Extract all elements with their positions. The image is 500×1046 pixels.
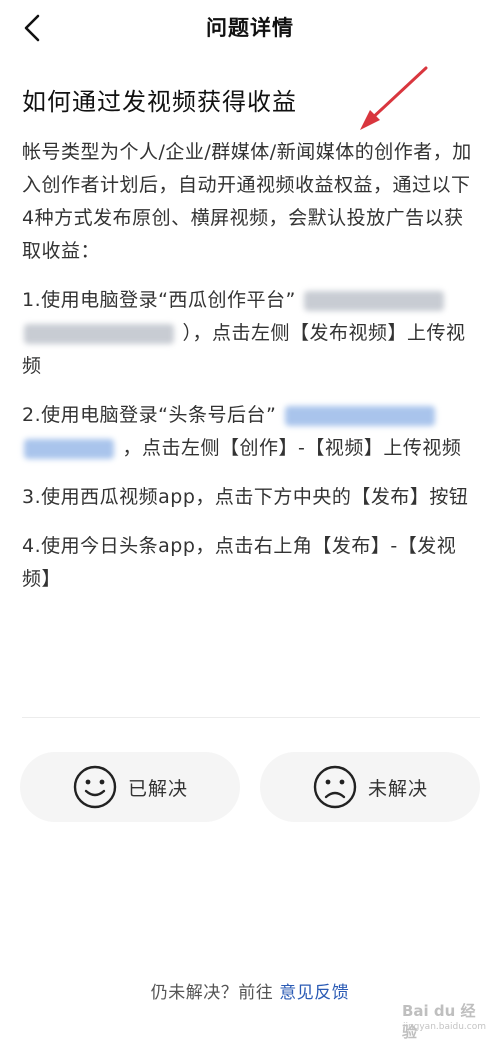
feedback-link[interactable]: 意见反馈 (279, 983, 349, 1003)
top-bar: 问题详情 (0, 0, 500, 58)
blurred-link[interactable] (24, 438, 114, 459)
step-4: 4.使用今日头条app，点击右上角【发布】-【发视频】 (22, 535, 457, 590)
footer-text: 仍未解决？前往 (150, 983, 280, 1003)
blurred-url (24, 323, 174, 344)
divider (22, 717, 480, 718)
step-2-suffix: ，点击左侧【创作】-【视频】上传视频 (122, 437, 462, 459)
blurred-link[interactable] (284, 405, 435, 426)
smile-face-icon (73, 765, 117, 809)
step-2-prefix: 2.使用电脑登录“头条号后台” (22, 404, 277, 426)
baidu-jingyan-watermark: Bai du 经验 jingyan.baidu.com (402, 996, 494, 1041)
watermark-url: jingyan.baidu.com (402, 1022, 486, 1032)
unsolved-label: 未解决 (367, 777, 428, 800)
watermark-brand: Bai du 经验 (402, 1002, 476, 1041)
solved-button[interactable]: 已解决 (20, 752, 240, 822)
page-title: 问题详情 (206, 16, 294, 40)
unsolved-button[interactable]: 未解决 (260, 752, 480, 822)
article-intro: 帐号类型为个人/企业/群媒体/新闻媒体的创作者，加入创作者计划后，自动开通视频收… (22, 141, 472, 262)
blurred-url (304, 290, 445, 311)
article-content: 如何通过发视频获得收益 帐号类型为个人/企业/群媒体/新闻媒体的创作者，加入创作… (22, 82, 480, 612)
solved-label: 已解决 (127, 777, 188, 800)
sad-face-icon (313, 765, 357, 809)
article-title: 如何通过发视频获得收益 (22, 88, 297, 116)
step-1-prefix: 1.使用电脑登录“西瓜创作平台” (22, 289, 296, 311)
step-1: 1.使用电脑登录“西瓜创作平台” ），点击左侧【发布视频】上传视频 (22, 284, 480, 383)
step-2: 2.使用电脑登录“头条号后台” ，点击左侧【创作】-【视频】上传视频 (22, 399, 480, 465)
step-3: 3.使用西瓜视频app，点击下方中央的【发布】按钮 (22, 486, 469, 508)
